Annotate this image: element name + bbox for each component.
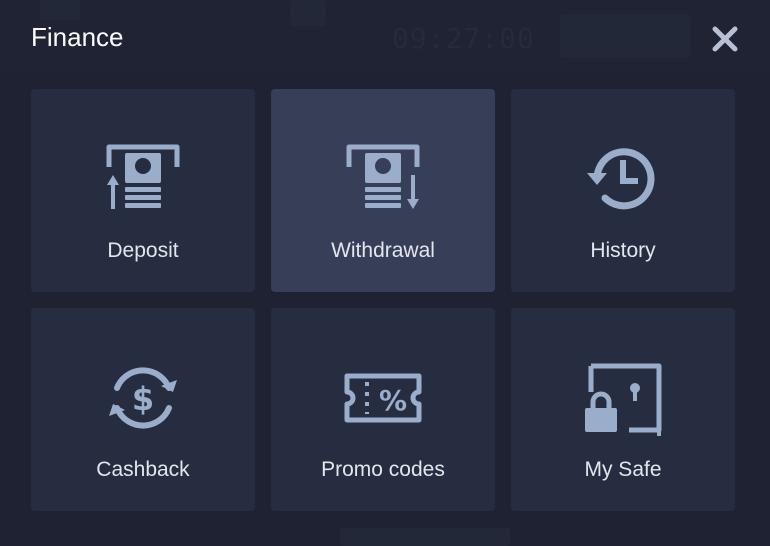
safe-lock-icon bbox=[583, 358, 663, 438]
atm-withdrawal-icon bbox=[343, 139, 423, 219]
tile-label: Withdrawal bbox=[331, 239, 435, 262]
tile-label: Cashback bbox=[96, 458, 190, 481]
tile-label: My Safe bbox=[584, 458, 662, 481]
cashback-dollar-icon: $ bbox=[103, 358, 183, 438]
tile-label: History bbox=[590, 239, 656, 262]
close-icon bbox=[712, 26, 738, 52]
tile-label: Promo codes bbox=[321, 458, 445, 481]
tile-withdrawal[interactable]: Withdrawal bbox=[271, 89, 495, 292]
close-button[interactable] bbox=[708, 22, 742, 56]
tile-cashback[interactable]: $ Cashback bbox=[31, 308, 255, 511]
tile-history[interactable]: History bbox=[511, 89, 735, 292]
promo-ticket-icon: % bbox=[343, 358, 423, 438]
tile-promo-codes[interactable]: % Promo codes bbox=[271, 308, 495, 511]
tile-my-safe[interactable]: My Safe bbox=[511, 308, 735, 511]
atm-deposit-icon bbox=[103, 139, 183, 219]
tile-label: Deposit bbox=[107, 239, 179, 262]
history-clock-icon bbox=[583, 139, 663, 219]
tile-deposit[interactable]: Deposit bbox=[31, 89, 255, 292]
finance-modal: Finance Deposit Withdrawal History $ Cas… bbox=[0, 0, 770, 546]
modal-title: Finance bbox=[31, 22, 124, 52]
svg-text:$: $ bbox=[132, 380, 154, 418]
svg-text:%: % bbox=[379, 384, 407, 417]
